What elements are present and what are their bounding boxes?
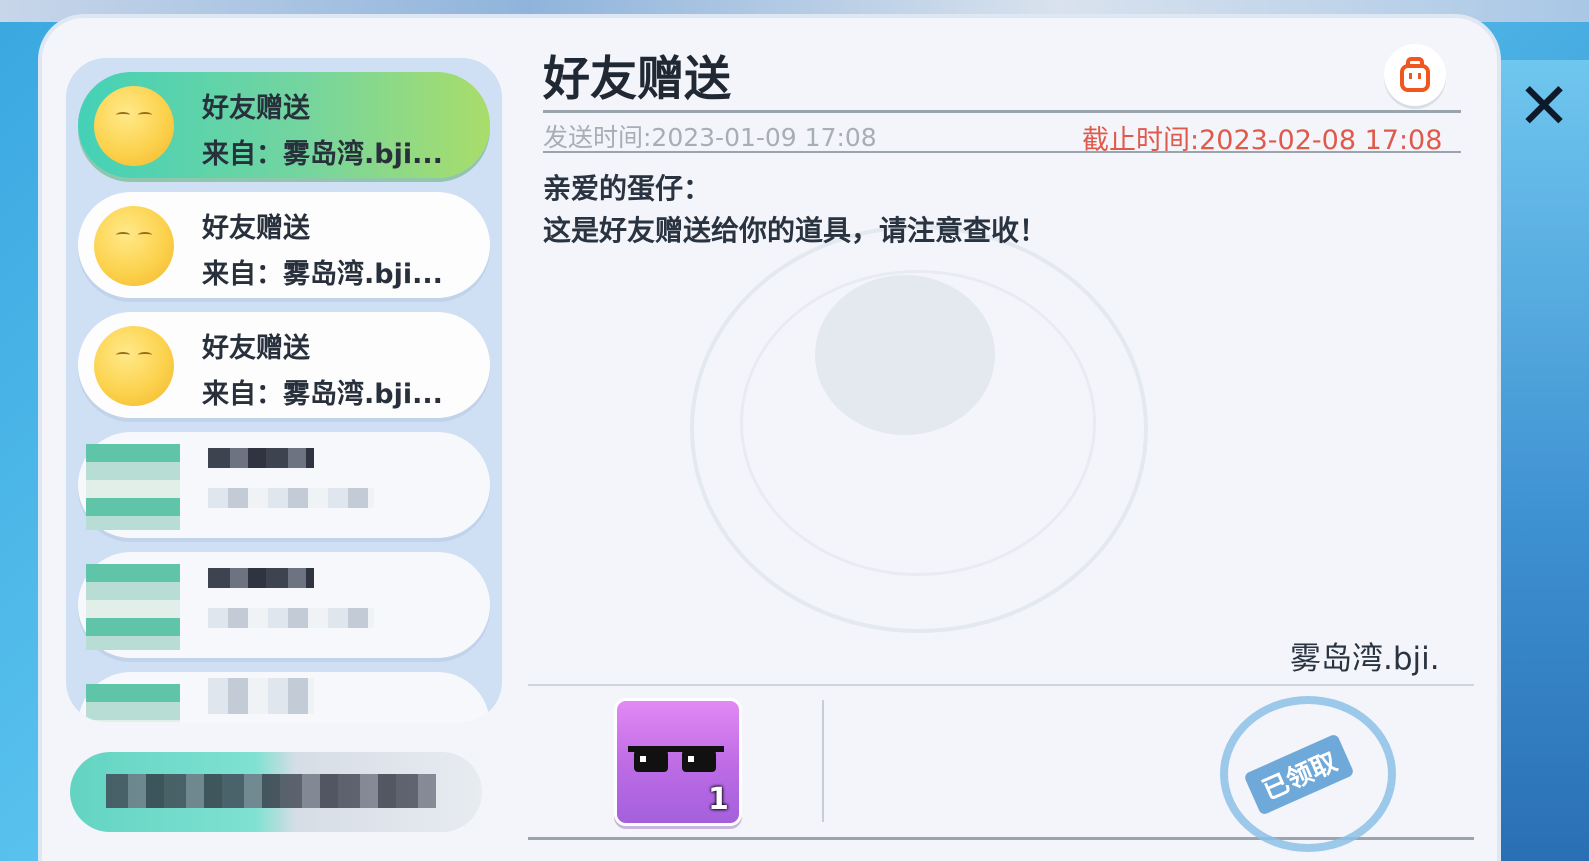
mail-item-title: 好友赠送 [202, 93, 310, 124]
delete-icon[interactable] [1384, 44, 1446, 106]
mail-item-sender: 来自：雾岛湾.bji... [202, 139, 443, 170]
obscured-avatar [86, 564, 180, 650]
obscured-avatar [86, 444, 180, 530]
mail-item-sender: 来自：雾岛湾.bji... [202, 379, 443, 410]
attachment-count: 1 [708, 782, 729, 817]
time-divider [543, 151, 1461, 153]
mail-item-title: 好友赠送 [202, 333, 310, 364]
avatar [94, 86, 174, 166]
watermark-mascot [815, 275, 995, 435]
attachment-divider [822, 700, 824, 822]
mail-list[interactable]: 好友赠送 来自：雾岛湾.bji... 好友赠送 来自：雾岛湾.bji... 好友… [66, 58, 502, 722]
obscured-sender [208, 488, 374, 508]
mail-body: 这是好友赠送给你的道具，请注意查收！ [543, 214, 1048, 247]
claim-all-button[interactable] [70, 752, 482, 832]
background-right-edge [1499, 60, 1589, 861]
title-divider [543, 110, 1461, 113]
mail-item[interactable]: 好友赠送 来自：雾岛湾.bji... [78, 72, 490, 178]
mail-signature: 雾岛湾.bji. [1290, 641, 1440, 677]
close-icon[interactable]: ✕ [1515, 75, 1573, 139]
obscured-avatar [86, 684, 180, 722]
mail-greeting: 亲爱的蛋仔： [543, 172, 712, 205]
obscured-button-label [106, 774, 436, 808]
avatar [94, 326, 174, 406]
avatar [94, 206, 174, 286]
obscured-title [208, 448, 314, 468]
mail-title: 好友赠送 [543, 52, 731, 107]
obscured-title [208, 678, 314, 714]
mail-item-obscured[interactable] [78, 672, 490, 722]
mail-item[interactable]: 好友赠送 来自：雾岛湾.bji... [78, 192, 490, 298]
obscured-title [208, 568, 314, 588]
trash-icon [1400, 57, 1430, 92]
sunglasses-icon [628, 746, 724, 772]
mail-item-title: 好友赠送 [202, 213, 310, 244]
mail-item-obscured[interactable] [78, 552, 490, 658]
obscured-sender [208, 608, 374, 628]
mail-item[interactable]: 好友赠送 来自：雾岛湾.bji... [78, 312, 490, 418]
mail-item-sender: 来自：雾岛湾.bji... [202, 259, 443, 290]
mail-item-obscured[interactable] [78, 432, 490, 538]
send-time: 发送时间:2023-01-09 17:08 [543, 123, 877, 152]
